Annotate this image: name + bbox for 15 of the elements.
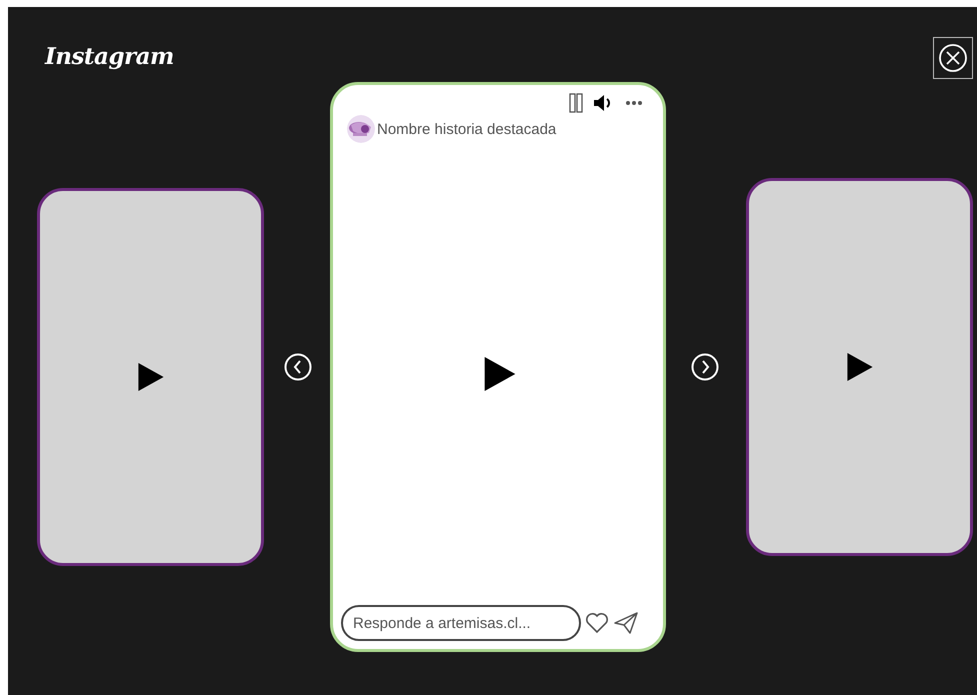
story-title: Nombre historia destacada	[377, 120, 556, 138]
play-icon[interactable]	[846, 351, 874, 383]
reply-field[interactable]: Responde a artemisas.cl...	[341, 605, 581, 641]
more-icon[interactable]	[625, 100, 643, 106]
close-button[interactable]	[933, 37, 973, 79]
next-icon[interactable]	[691, 353, 719, 381]
heart-icon[interactable]	[585, 612, 609, 634]
play-icon[interactable]	[136, 361, 164, 393]
story-preview-card[interactable]	[746, 178, 973, 556]
previous-icon[interactable]	[284, 353, 312, 381]
play-icon[interactable]	[483, 354, 517, 394]
pause-icon[interactable]	[569, 93, 583, 113]
story-preview-card[interactable]	[37, 188, 264, 566]
instagram-logo: Instagram	[45, 43, 174, 70]
send-icon[interactable]	[613, 611, 639, 635]
